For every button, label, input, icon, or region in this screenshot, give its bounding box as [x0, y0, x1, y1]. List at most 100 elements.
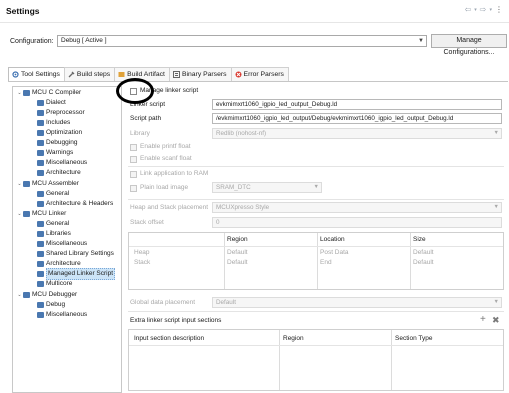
build-steps-icon [68, 71, 75, 78]
header-divider [129, 246, 503, 247]
tree-item-mcu-assembler[interactable]: ⌄ MCU Assembler [16, 179, 79, 189]
settings-page-icon [37, 110, 44, 116]
tree-item-miscellaneous[interactable]: Miscellaneous [37, 310, 87, 320]
global-data-placement-select[interactable]: Default ▼ [212, 297, 502, 308]
back-dropdown-icon[interactable]: ▾ [474, 7, 477, 14]
tree-item-preprocessor[interactable]: Preprocessor [37, 108, 85, 118]
tab-label: Error Parsers [243, 71, 284, 78]
tree-item-managed-linker-script[interactable]: Managed Linker Script [37, 268, 116, 280]
library-select[interactable]: Redlib (nohost-nf) ▼ [212, 128, 502, 139]
tool-folder-icon [23, 211, 30, 217]
library-value: Redlib (nohost-nf) [216, 130, 267, 137]
link-to-ram-label: Link application to RAM [140, 170, 209, 177]
add-icon[interactable]: + [480, 315, 486, 325]
settings-page-icon [37, 100, 44, 106]
tree-item-architecture-headers[interactable]: Architecture & Headers [37, 199, 113, 209]
extra-sections-title: Extra linker script input sections [130, 317, 222, 324]
tree-item-warnings[interactable]: Warnings [37, 148, 73, 158]
forward-dropdown-icon[interactable]: ▾ [489, 7, 492, 14]
forward-icon[interactable]: ⇨ [480, 5, 487, 14]
heap-stack-table: Region Location Size Heap Default Post D… [128, 232, 504, 290]
settings-page-icon [37, 221, 44, 227]
navigation-buttons: ⇦ ▾ ⇨ ▾ ⋮ [465, 5, 503, 14]
library-label: Library [130, 130, 150, 137]
tree-item-debugging[interactable]: Debugging [37, 138, 77, 148]
configuration-select[interactable]: Debug [ Active ] ▼ [57, 35, 427, 47]
enable-scanf-float-label: Enable scanf float [140, 155, 192, 162]
binary-parsers-icon [172, 71, 180, 78]
tree-item-shared-library-settings[interactable]: Shared Library Settings [37, 249, 114, 259]
tab-label: Binary Parsers [181, 71, 227, 78]
settings-page-icon [37, 312, 44, 318]
tab-tool-settings[interactable]: Tool Settings [8, 67, 65, 81]
collapse-icon[interactable]: ⌄ [16, 209, 23, 219]
table-cell: Post Data [320, 249, 349, 256]
section-divider [128, 166, 504, 167]
settings-page-icon [37, 140, 44, 146]
column-divider [317, 233, 318, 289]
column-divider [279, 330, 280, 390]
settings-page-icon [37, 261, 44, 267]
configuration-label: Configuration: [10, 38, 54, 45]
tree-item-libraries[interactable]: Libraries [37, 229, 71, 239]
menu-icon[interactable]: ⋮ [495, 5, 503, 14]
chevron-down-icon: ▼ [493, 130, 499, 136]
plain-load-image-checkbox[interactable] [130, 185, 137, 192]
tool-folder-icon [23, 90, 30, 96]
chevron-down-icon: ▼ [418, 38, 424, 44]
table-cell: Default [227, 249, 248, 256]
tree-item-architecture[interactable]: Architecture [37, 168, 81, 178]
tree-item-general[interactable]: General [37, 189, 69, 199]
settings-page-icon [37, 191, 44, 197]
tree-item-multicore[interactable]: Multicore [37, 279, 72, 289]
column-header-input-section: Input section description [134, 335, 205, 342]
tree-item-mcu-debugger[interactable]: ⌄ MCU Debugger [16, 290, 77, 300]
linker-script-field[interactable]: evkmimxrt1060_igpio_led_output_Debug.ld [212, 99, 502, 110]
settings-page-icon [37, 241, 44, 247]
settings-tree: ⌄ MCU C Compiler Dialect Preprocessor Inc… [12, 86, 122, 393]
tree-item-optimization[interactable]: Optimization [37, 128, 82, 138]
tree-item-mcu-linker[interactable]: ⌄ MCU Linker [16, 209, 66, 219]
collapse-icon[interactable]: ⌄ [16, 179, 23, 189]
tree-item-dialect[interactable]: Dialect [37, 98, 66, 108]
tree-item-miscellaneous[interactable]: Miscellaneous [37, 158, 87, 168]
column-header-region: Region [283, 335, 304, 342]
global-data-placement-label: Global data placement [130, 299, 196, 306]
annotation-circle [116, 78, 154, 104]
tree-item-mcu-c-compiler[interactable]: ⌄ MCU C Compiler [16, 88, 81, 98]
chevron-down-icon: ▼ [313, 184, 319, 190]
column-divider [410, 233, 411, 289]
script-path-field[interactable]: /evkmimxrt1060_igpio_led_output/Debug/ev… [212, 113, 502, 124]
tree-item-includes[interactable]: Includes [37, 118, 70, 128]
tool-folder-icon [23, 181, 30, 187]
settings-page-icon [37, 130, 44, 136]
heap-stack-placement-select[interactable]: MCUXpresso Style ▼ [212, 202, 502, 213]
link-to-ram-checkbox[interactable] [130, 171, 137, 178]
configuration-value: Debug [ Active ] [61, 37, 107, 44]
back-icon[interactable]: ⇦ [465, 5, 472, 14]
remove-icon[interactable]: ✖ [492, 315, 500, 325]
table-cell: Heap [134, 249, 150, 256]
header-divider [0, 22, 509, 23]
heap-stack-placement-value: MCUXpresso Style [216, 204, 270, 211]
tab-error-parsers[interactable]: Error Parsers [230, 67, 289, 81]
enable-scanf-float-checkbox[interactable] [130, 156, 137, 163]
tab-build-steps[interactable]: Build steps [63, 67, 116, 81]
tab-label: Build Artifact [127, 71, 165, 78]
stack-offset-field[interactable]: 0 [212, 217, 502, 228]
enable-printf-float-checkbox[interactable] [130, 144, 137, 151]
manage-configurations-button[interactable]: Manage Configurations... [431, 34, 507, 56]
plain-load-image-select[interactable]: SRAM_DTC ▼ [212, 182, 322, 193]
tab-binary-parsers[interactable]: Binary Parsers [168, 67, 232, 81]
window-title: Settings [6, 6, 40, 16]
chevron-down-icon: ▼ [493, 204, 499, 210]
tree-item-miscellaneous[interactable]: Miscellaneous [37, 239, 87, 249]
error-parsers-icon [235, 71, 242, 78]
settings-page-icon [37, 201, 44, 207]
tree-item-general[interactable]: General [37, 219, 69, 229]
collapse-icon[interactable]: ⌄ [16, 290, 23, 300]
tree-item-debug[interactable]: Debug [37, 300, 65, 310]
stack-offset-label: Stack offset [130, 219, 164, 226]
collapse-icon[interactable]: ⌄ [16, 88, 23, 98]
header-divider [129, 345, 503, 346]
